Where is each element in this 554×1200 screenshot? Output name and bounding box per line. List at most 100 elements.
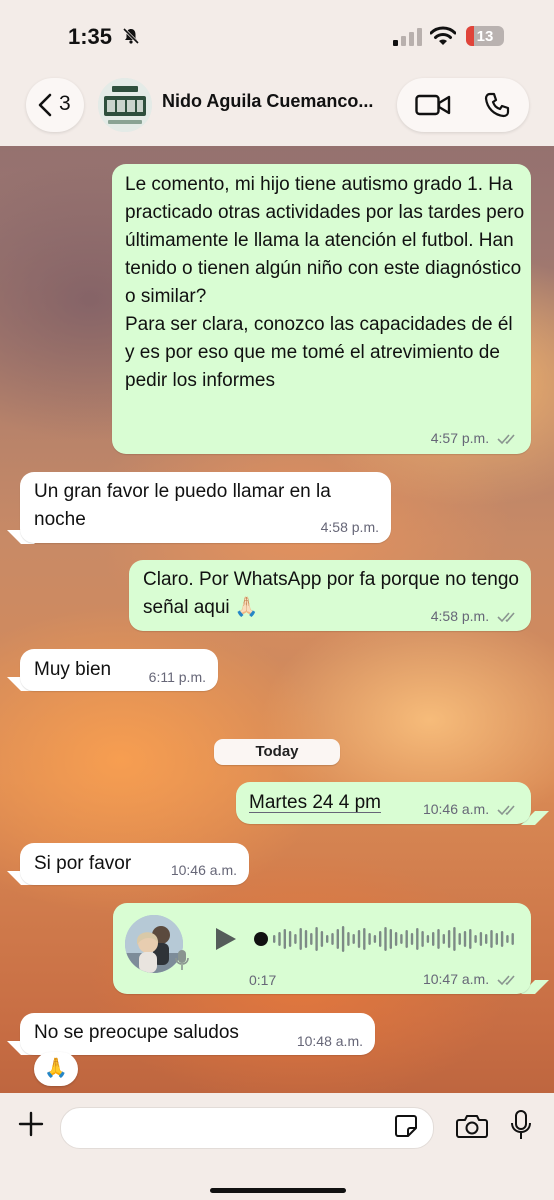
waveform-bar [310,933,313,945]
message-meta: 10:46 a.m. [423,801,519,817]
play-icon[interactable] [214,926,238,952]
message-bubble-outgoing[interactable]: Martes 24 4 pm 10:46 a.m. [236,782,531,824]
message-bubble-incoming[interactable]: Muy bien 6:11 p.m. [20,649,218,691]
waveform-bar [357,930,361,948]
read-ticks-icon [497,805,515,816]
message-reaction[interactable]: 🙏 [34,1052,78,1086]
waveform-bar [421,931,424,947]
unread-count: 3 [59,92,71,115]
waveform-bar [442,934,445,944]
waveform-bar [288,931,292,947]
waveform-bar [432,932,435,946]
waveform-bar [416,928,419,950]
voice-duration: 0:17 [249,972,277,988]
message-text: No se preocupe saludos [34,1022,239,1043]
video-call-icon[interactable] [415,93,451,117]
message-bubble-outgoing[interactable]: Le comento, mi hijo tiene autismo grado … [112,164,531,454]
back-button[interactable]: 3 [26,78,84,132]
waveform-bar [389,929,392,949]
waveform-bar [299,928,302,950]
status-bar: 1:35 13 [0,0,554,70]
microphone-small-icon [175,950,189,970]
waveform-bar [273,935,276,943]
chevron-left-icon [38,93,52,117]
waveform-bar [363,928,366,950]
waveform-bar [278,932,281,946]
waveform-bar [384,927,387,951]
message-meta: 10:47 a.m. [423,971,519,987]
waveform-bar [352,934,355,944]
waveform-bar [347,932,350,946]
waveform-bar [283,929,286,949]
message-time: 6:11 p.m. [148,669,206,685]
message-bubble-incoming[interactable]: Un gran favor le puedo llamar en la noch… [20,472,391,543]
waveform-bar [320,931,324,947]
battery-percent: 13 [476,28,494,45]
waveform-bar [437,929,440,949]
waveform-bar [336,929,339,949]
message-text: Muy bien [34,659,112,680]
message-meta: 4:57 p.m. [431,430,519,446]
voice-waveform[interactable] [253,922,515,956]
waveform-bar [511,933,514,945]
camera-icon[interactable] [456,1113,488,1139]
message-text: Le comento, mi hijo tiene autismo grado … [125,174,525,391]
waveform-bar [426,935,430,943]
wifi-icon [430,26,456,45]
group-logo-image [98,78,152,132]
waveform-bar [326,935,329,943]
message-bubble-incoming[interactable]: No se preocupe saludos 10:48 a.m. [20,1013,375,1055]
waveform-bar [410,933,414,945]
message-time: 10:48 a.m. [296,1033,363,1049]
message-time: 10:47 a.m. [422,971,490,987]
waveform-bar [379,931,382,947]
waveform-bar [368,933,371,945]
waveform-bar [458,933,461,945]
voice-message-bubble[interactable]: 0:17 10:47 a.m. [113,903,531,994]
message-text: Martes 24 4 pm [249,792,381,813]
phone-icon[interactable] [483,91,511,119]
message-bubble-outgoing[interactable]: Claro. Por WhatsApp por fa porque no ten… [129,560,531,631]
waveform-bar [490,930,493,948]
message-time: 10:46 a.m. [170,862,237,878]
read-ticks-icon [497,612,515,623]
battery-indicator: 13 [466,26,504,46]
waveform-bar [394,932,398,946]
waveform-bar [373,935,377,943]
waveform-bar [331,933,334,945]
signal-icon [393,28,422,46]
message-time: 4:57 p.m. [430,430,490,446]
mic-icon[interactable] [510,1109,532,1141]
group-avatar[interactable] [98,78,152,132]
message-time: 10:46 a.m. [422,801,490,817]
read-ticks-icon [497,434,515,445]
home-indicator [210,1188,346,1193]
message-composer [0,1093,554,1200]
waveform-bar [500,931,504,947]
message-time: 4:58 p.m. [320,519,379,535]
waveform-bar [304,930,308,948]
waveform-bar [495,933,498,945]
waveform-bar [469,929,472,949]
date-separator: Today [214,739,340,765]
group-name[interactable]: Nido Aguila Cuemanco... [162,91,373,112]
waveform-bar [479,932,483,946]
waveform-bar [453,927,456,951]
message-input[interactable] [60,1107,434,1149]
sticker-icon[interactable] [394,1114,418,1138]
waveform-bar [315,927,318,951]
status-time: 1:35 [68,24,113,49]
plus-icon[interactable] [17,1110,45,1138]
waveform-bar [463,931,467,947]
message-meta: 4:58 p.m. [431,608,519,624]
message-time: 4:58 p.m. [430,608,490,624]
message-bubble-incoming[interactable]: Si por favor 10:46 a.m. [20,843,249,885]
waveform-bar [474,935,477,943]
waveform-bar [400,934,403,944]
waveform-bar [447,930,451,948]
waveform-bar [341,926,345,952]
read-ticks-icon [497,975,515,986]
waveform-bar [485,934,488,944]
waveform-bar [294,934,297,944]
message-text: Si por favor [34,853,132,874]
